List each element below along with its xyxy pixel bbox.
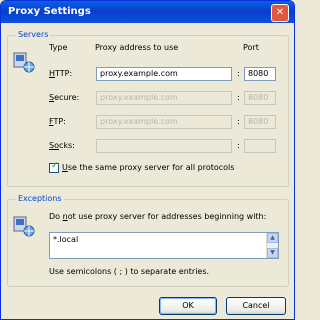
close-icon[interactable]: ✕: [271, 4, 289, 22]
same-proxy-label-text: se the same proxy server for all protoco…: [67, 163, 235, 172]
socks-label: Socks:: [49, 141, 75, 150]
http-port-input[interactable]: 8080: [244, 67, 276, 81]
exceptions-hint: Use semicolons ( ; ) to separate entries…: [49, 267, 210, 276]
title-bar[interactable]: Proxy Settings ✕: [1, 1, 294, 23]
address-column-header: Proxy address to use: [95, 43, 179, 52]
exceptions-description-pre: Do: [49, 212, 63, 221]
socks-port-input[interactable]: [244, 139, 276, 153]
exceptions-group: Exceptions Do not use proxy server for a…: [7, 194, 289, 287]
exceptions-value: *.local: [53, 235, 79, 244]
checkmark-icon: ✓: [51, 161, 59, 171]
ftp-port-input[interactable]: 8080: [244, 115, 276, 129]
proxy-settings-dialog: Proxy Settings ✕ Servers Type Proxy addr…: [0, 0, 295, 320]
secure-port-input[interactable]: 8080: [244, 91, 276, 105]
ftp-colon: :: [237, 117, 240, 126]
exceptions-description-text: ot use proxy server for addresses beginn…: [67, 212, 267, 221]
secure-colon: :: [237, 93, 240, 102]
socks-label-mnemonic: So: [49, 141, 59, 150]
type-column-header: Type: [49, 43, 68, 52]
http-address-input[interactable]: proxy.example.com: [96, 67, 232, 81]
ftp-label: FTP:: [49, 117, 66, 126]
http-label-text: TTP:: [55, 69, 73, 78]
ftp-label-text: TP:: [53, 117, 66, 126]
same-proxy-checkbox[interactable]: ✓: [49, 161, 59, 173]
http-colon: :: [237, 69, 240, 78]
secure-address-input[interactable]: proxy.example.com: [96, 91, 232, 105]
network-computer-icon: [13, 52, 35, 73]
window-title: Proxy Settings: [8, 6, 91, 17]
http-label: HTTP:: [49, 69, 72, 78]
exceptions-textarea[interactable]: *.local ▲ ▼: [49, 232, 279, 259]
scroll-up-icon[interactable]: ▲: [267, 233, 278, 243]
servers-group: Servers Type Proxy address to use Port H…: [7, 30, 289, 187]
socks-label-text: cks:: [58, 141, 75, 150]
servers-group-label: Servers: [16, 30, 51, 39]
ok-button[interactable]: OK: [159, 297, 217, 315]
socks-colon: :: [237, 141, 240, 150]
exceptions-scrollbar[interactable]: ▲ ▼: [266, 233, 278, 258]
exceptions-group-label: Exceptions: [16, 194, 64, 203]
exceptions-description: Do not use proxy server for addresses be…: [49, 212, 266, 221]
ftp-address-input[interactable]: proxy.example.com: [96, 115, 232, 129]
scroll-down-icon[interactable]: ▼: [267, 248, 278, 258]
cancel-button[interactable]: Cancel: [226, 297, 286, 315]
socks-address-input[interactable]: [96, 139, 232, 153]
secure-label: Secure:: [49, 93, 79, 102]
network-computer-icon: [13, 216, 35, 237]
same-proxy-label[interactable]: Use the same proxy server for all protoc…: [62, 163, 234, 172]
port-column-header: Port: [243, 43, 259, 52]
secure-label-text: ecure:: [54, 93, 80, 102]
